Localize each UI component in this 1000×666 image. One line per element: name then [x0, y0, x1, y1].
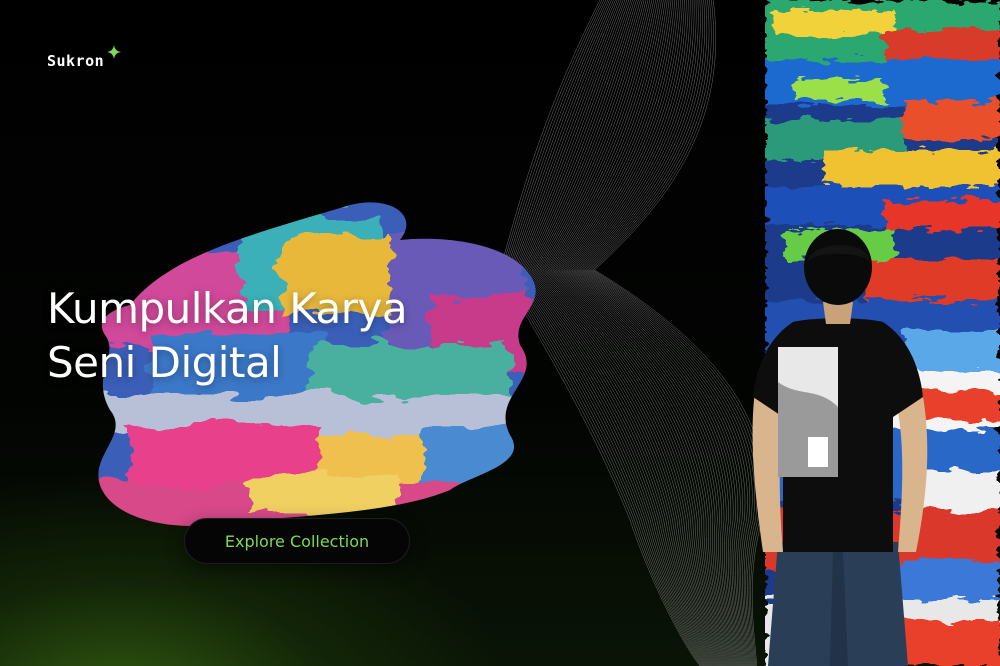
hero-title-line-2: Seni Digital [47, 338, 282, 387]
sparkle-icon [107, 45, 122, 59]
brand-logo[interactable]: Sukron [47, 45, 122, 70]
explore-collection-button[interactable]: Explore Collection [184, 518, 410, 564]
hero-title: Kumpulkan Karya Seni Digital [47, 282, 408, 390]
hero-section: Sukron Kumpulkan Karya Seni Digital Expl… [0, 0, 1000, 666]
person-figure [752, 229, 928, 666]
hero-title-line-1: Kumpulkan Karya [47, 284, 408, 333]
brand-name: Sukron [47, 52, 105, 70]
